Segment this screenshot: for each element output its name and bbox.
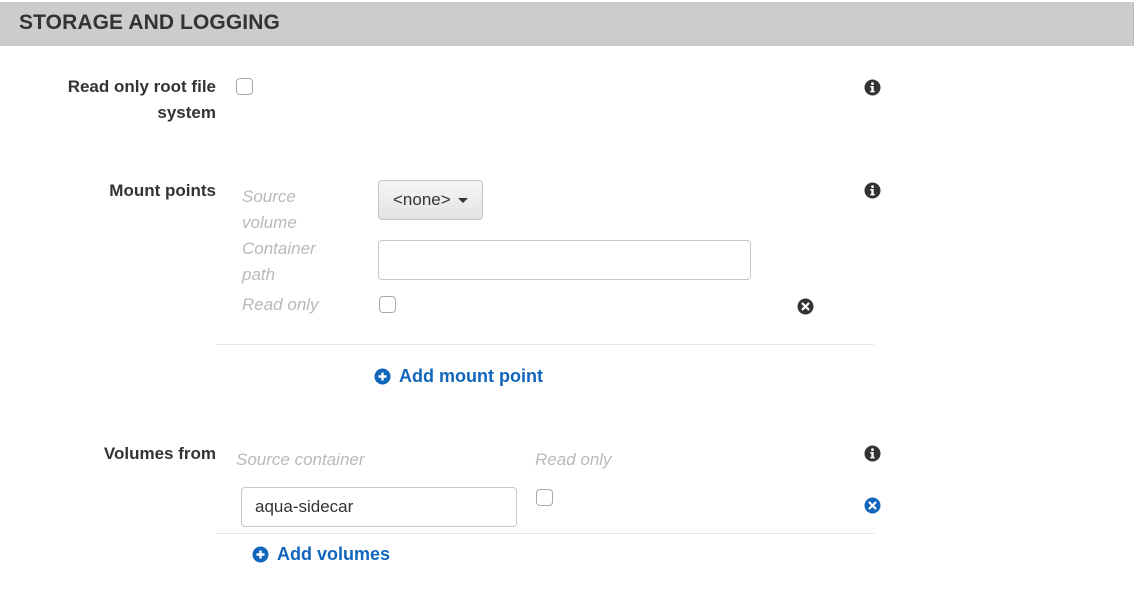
section-title: STORAGE AND LOGGING bbox=[19, 11, 280, 34]
info-icon[interactable] bbox=[864, 182, 881, 199]
plus-circle-icon bbox=[252, 546, 269, 562]
mount-points-label: Mount points bbox=[109, 181, 216, 200]
container-path-label: Container path bbox=[242, 239, 316, 284]
section-header: STORAGE AND LOGGING bbox=[0, 2, 1134, 46]
volumes-read-only-checkbox[interactable] bbox=[536, 489, 553, 506]
volumes-divider bbox=[216, 533, 874, 534]
add-volumes-button[interactable]: Add volumes bbox=[252, 543, 390, 565]
info-icon[interactable] bbox=[864, 445, 881, 462]
remove-icon[interactable] bbox=[864, 497, 881, 514]
source-container-header: Source container bbox=[236, 450, 365, 469]
read-only-root-checkbox[interactable] bbox=[236, 78, 253, 95]
volumes-from-label: Volumes from bbox=[103, 444, 216, 463]
mount-points-divider bbox=[216, 344, 874, 345]
remove-icon[interactable] bbox=[797, 298, 814, 315]
volumes-read-only-header: Read only bbox=[535, 450, 612, 469]
mount-read-only-label: Read only bbox=[242, 295, 319, 314]
plus-circle-icon bbox=[374, 368, 391, 384]
info-icon[interactable] bbox=[864, 79, 881, 96]
mount-read-only-checkbox[interactable] bbox=[379, 296, 396, 313]
source-volume-select[interactable]: <none> bbox=[378, 180, 483, 220]
source-volume-label: Source volume bbox=[242, 187, 297, 232]
container-path-input[interactable] bbox=[378, 240, 751, 280]
caret-down-icon bbox=[458, 198, 468, 203]
add-mount-point-button[interactable]: Add mount point bbox=[374, 365, 543, 387]
source-container-input[interactable]: aqua-sidecar bbox=[241, 487, 517, 527]
read-only-root-label: Read only root file system bbox=[67, 77, 216, 122]
